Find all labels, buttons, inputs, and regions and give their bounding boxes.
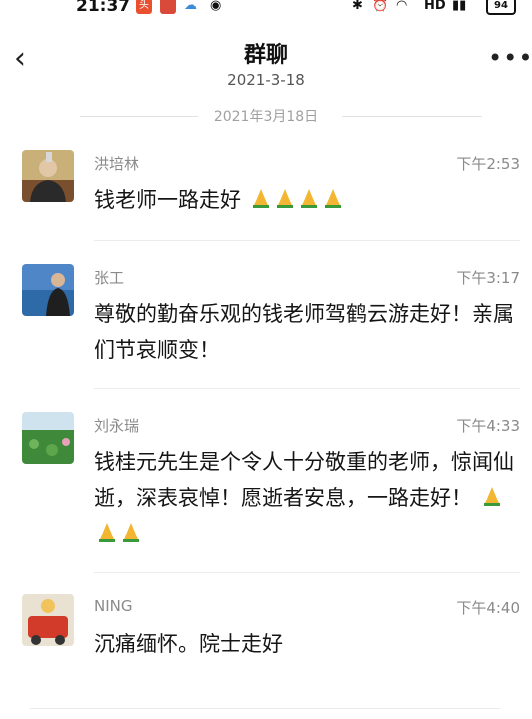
message-time: 下午4:33 (456, 417, 520, 435)
message-divider (94, 572, 520, 573)
avatar[interactable] (22, 412, 74, 464)
date-divider: 2021年3月18日 (0, 106, 532, 126)
pray-icon (99, 523, 115, 542)
message-time: 下午3:17 (456, 269, 520, 287)
message-time: 下午2:53 (456, 155, 520, 173)
message-body: 钱老师一路走好 (94, 188, 241, 212)
pray-icon (300, 189, 317, 208)
sender-name: 张工 (94, 269, 125, 287)
message-text: 钱桂元先生是个令人十分敬重的老师，惊闻仙逝，深表哀悼！愿逝者安息，一路走好！ (94, 444, 518, 552)
hd-label: HD (424, 0, 446, 13)
more-icon[interactable]: ••• (488, 46, 532, 70)
weibo-icon: ◉ (210, 0, 222, 13)
page-title: 群聊 (243, 43, 288, 68)
status-time: 21:37 (76, 0, 131, 16)
sender-name: NING (94, 597, 133, 615)
wifi-icon: ◠ (396, 0, 408, 13)
message-text: 沉痛缅怀。院士走好 (94, 632, 283, 656)
news-app-icon: 头 (136, 0, 152, 14)
pray-icon (123, 523, 139, 542)
message-text: 钱老师一路走好 (94, 182, 518, 218)
weather-icon: ☁ (184, 0, 197, 13)
pray-icon (252, 189, 269, 208)
pray-icon (324, 189, 341, 208)
divider-line-right (342, 116, 482, 117)
sender-name: 刘永瑞 (94, 417, 140, 435)
pray-icon (276, 189, 293, 208)
message-divider (94, 240, 520, 241)
sender-name: 洪培林 (94, 155, 140, 173)
message-body: 钱桂元先生是个令人十分敬重的老师，惊闻仙逝，深表哀悼！愿逝者安息，一路走好！ (94, 450, 514, 510)
message-divider (30, 708, 500, 709)
battery-icon: 94 (486, 0, 516, 15)
avatar[interactable] (22, 150, 74, 202)
avatar[interactable] (22, 594, 74, 646)
bluetooth-icon: ✱ (352, 0, 363, 13)
message-time: 下午4:40 (456, 599, 520, 617)
message-divider (94, 388, 520, 389)
message-text: 尊敬的勤奋乐观的钱老师驾鹤云游走好！亲属们节哀顺变！ (94, 302, 514, 362)
status-bar: 21:37 头 ☁ ◉ ✱ ⏰ ◠ HD ▮▮ 94 (0, 0, 532, 20)
signal-icon: ▮▮ (452, 0, 467, 13)
gallery-app-icon (160, 0, 176, 14)
pray-icon (483, 487, 500, 506)
page-subtitle: 2021-3-18 (227, 71, 305, 89)
prayer-emojis (241, 188, 344, 212)
alarm-icon: ⏰ (372, 0, 389, 13)
avatar[interactable] (22, 264, 74, 316)
